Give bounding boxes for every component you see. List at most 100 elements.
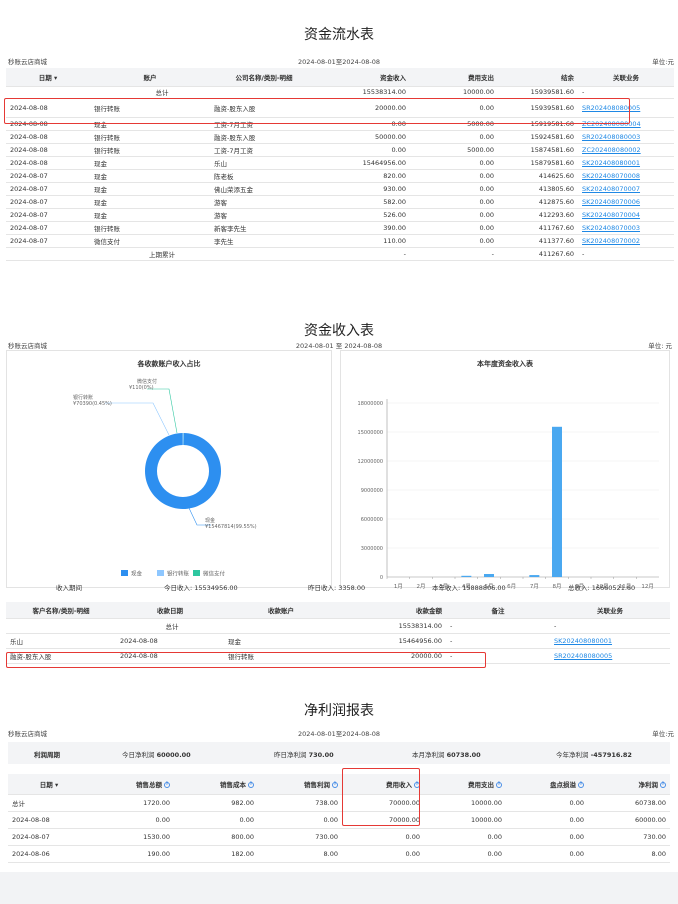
total-income: 15538314.00 [318,86,410,99]
cell-account: 银行转账 [90,143,210,157]
help-icon[interactable]: ? [248,781,254,788]
col-income-biz: 关联业务 [550,602,670,619]
cell-account: 现金 [90,156,210,170]
cell-date: 2024-08-08 [6,117,90,131]
cell-net: 730.00 [588,828,670,846]
biz-link[interactable]: SK202408070008 [582,172,640,180]
cell-expense: 0.00 [410,130,498,144]
cell-cost: 982.00 [174,794,258,812]
cell-account: 银行转账 [90,130,210,144]
cell-biz: SR202408080003 [578,130,674,144]
table-row: 2024-08-08 现金 乐山 15464956.00 0.00 15879581.60… [6,156,674,170]
profit-yesterday: 昨日净利润 730.00 [274,751,334,759]
prev-balance: 411267.60 [498,247,578,261]
cell-balance: 413805.60 [498,182,578,196]
y-tick-label: 3000000 [361,546,383,552]
cell-company: 融资-股东入股 [210,130,318,144]
biz-link[interactable]: SK202408080001 [554,637,612,645]
help-icon[interactable]: ? [578,781,584,788]
annotation-line [105,402,170,436]
biz-link[interactable]: SR202408080005 [582,104,640,112]
biz-link[interactable]: SK202408070002 [582,237,640,245]
biz-link[interactable]: SR202408080003 [582,133,640,141]
help-icon[interactable]: ? [164,781,170,788]
help-icon[interactable]: ? [414,781,420,788]
col-balance: 结余 [498,68,578,87]
help-icon[interactable]: ? [660,781,666,788]
profit-range: 2024-08-01至2024-08-08 [297,730,381,738]
biz-link[interactable]: SK202408080001 [582,159,640,167]
cell-account: 微信支付 [90,234,210,248]
col-account: 账户 [90,68,210,87]
col-profit-date[interactable]: 日期 ▾ [8,774,90,795]
table-row: 2024-08-07 现金 游客 526.00 0.00 412293.60 SK20240… [6,208,674,222]
cell-account: 银行转账 [90,98,210,118]
profit-title: 净利润报表 [304,703,374,719]
cash-flow-total-row: 总计 15538314.00 10000.00 15939581.60 - [6,86,674,99]
bar-5月 [484,574,494,577]
cell-inventory: 0.00 [506,794,588,812]
annotation-line [147,388,178,434]
pie-panel: 各收款账户收入占比 微信支付 ¥110(0%) 银行转账 ¥70390(0.45%) 现… [6,350,332,588]
income-section: 资金收入表 秒账云店商城 2024-08-01 至 2024-08-08 单位:… [0,318,678,676]
col-date[interactable]: 日期 ▾ [6,68,90,87]
biz-link[interactable]: SK202408070007 [582,185,640,193]
cell-net: 60738.00 [588,794,670,812]
biz-link[interactable]: ZC202408080002 [582,146,641,154]
y-tick-label: 12000000 [358,459,383,465]
x-tick-label: 12月 [641,583,654,589]
table-row: 2024-08-07 现金 陈老板 820.00 0.00 414625.60 SK2024… [6,169,674,183]
cell-expense: 0.00 [410,156,498,170]
biz-link[interactable]: SK202408070006 [582,198,640,206]
col-note: 备注 [446,602,550,619]
help-icon[interactable]: ? [496,781,502,788]
cell-biz: SK202408070006 [578,195,674,209]
annotation-bank-value: ¥70390(0.45%) [73,401,112,407]
col-customer: 客户名称/类别-明细 [6,602,116,619]
cell-fee-expense: 0.00 [424,828,506,846]
legend-label-微信支付: 微信支付 [203,570,226,578]
total-expense: 10000.00 [410,86,498,99]
cell-account: 现金 [90,182,210,196]
cell-balance: 15919581.60 [498,117,578,131]
cell-income: 50000.00 [318,130,410,144]
biz-link[interactable]: ZC202408080004 [582,120,641,128]
legend-label-现金: 现金 [131,570,143,578]
cell-account: 银行转账 [224,648,338,664]
cell-account: 银行转账 [90,221,210,235]
cell-sales: 1720.00 [90,794,174,812]
cell-company: 融资-股东入股 [210,98,318,118]
prev-biz: - [578,247,674,261]
cell-biz: SK202408070004 [578,208,674,222]
cell-expense: 0.00 [410,182,498,196]
col-gross: 销售利润? [258,774,342,795]
cell-biz: SK202408070003 [578,221,674,235]
col-amount: 收款金额 [338,602,446,619]
col-expense: 费用支出 [410,68,498,87]
annotation-cash-value: ¥15467814(99.55%) [205,524,257,530]
cell-company: 游客 [210,195,318,209]
biz-link[interactable]: SR202408080005 [554,652,612,660]
cell-biz: SR202408080005 [578,98,674,118]
cell-balance: 414625.60 [498,169,578,183]
cell-sales: 1530.00 [90,828,174,846]
income-title: 资金收入表 [304,323,374,339]
x-tick-label: 1月 [394,583,403,589]
biz-link[interactable]: SK202408070004 [582,211,640,219]
bar-panel: 本年度资金收入表 0 3000000 6000000 9000000 12000000 1… [340,350,670,589]
table-row: 2024-08-07 银行转账 新客李先生 390.00 0.00 411767.60 SK… [6,221,674,235]
income-year: 本年收入: 15888806.00 [432,584,506,592]
y-tick-label: 18000000 [358,401,383,407]
col-inventory: 盘点损溢? [506,774,588,795]
cell-expense: 5000.00 [410,117,498,131]
cell-biz: ZC202408080002 [578,143,674,157]
cell-sales: 0.00 [90,811,174,829]
cell-date: 2024-08-07 [6,182,90,196]
biz-link[interactable]: SK202408070003 [582,224,640,232]
profit-today: 今日净利润 60000.00 [122,751,191,759]
help-icon[interactable]: ? [332,781,338,788]
profit-unit: 单位:元 [652,730,674,738]
legend-swatch [193,570,200,576]
cell-date: 2024-08-08 [116,648,224,664]
income-total-amount: 15538314.00 [338,618,446,634]
